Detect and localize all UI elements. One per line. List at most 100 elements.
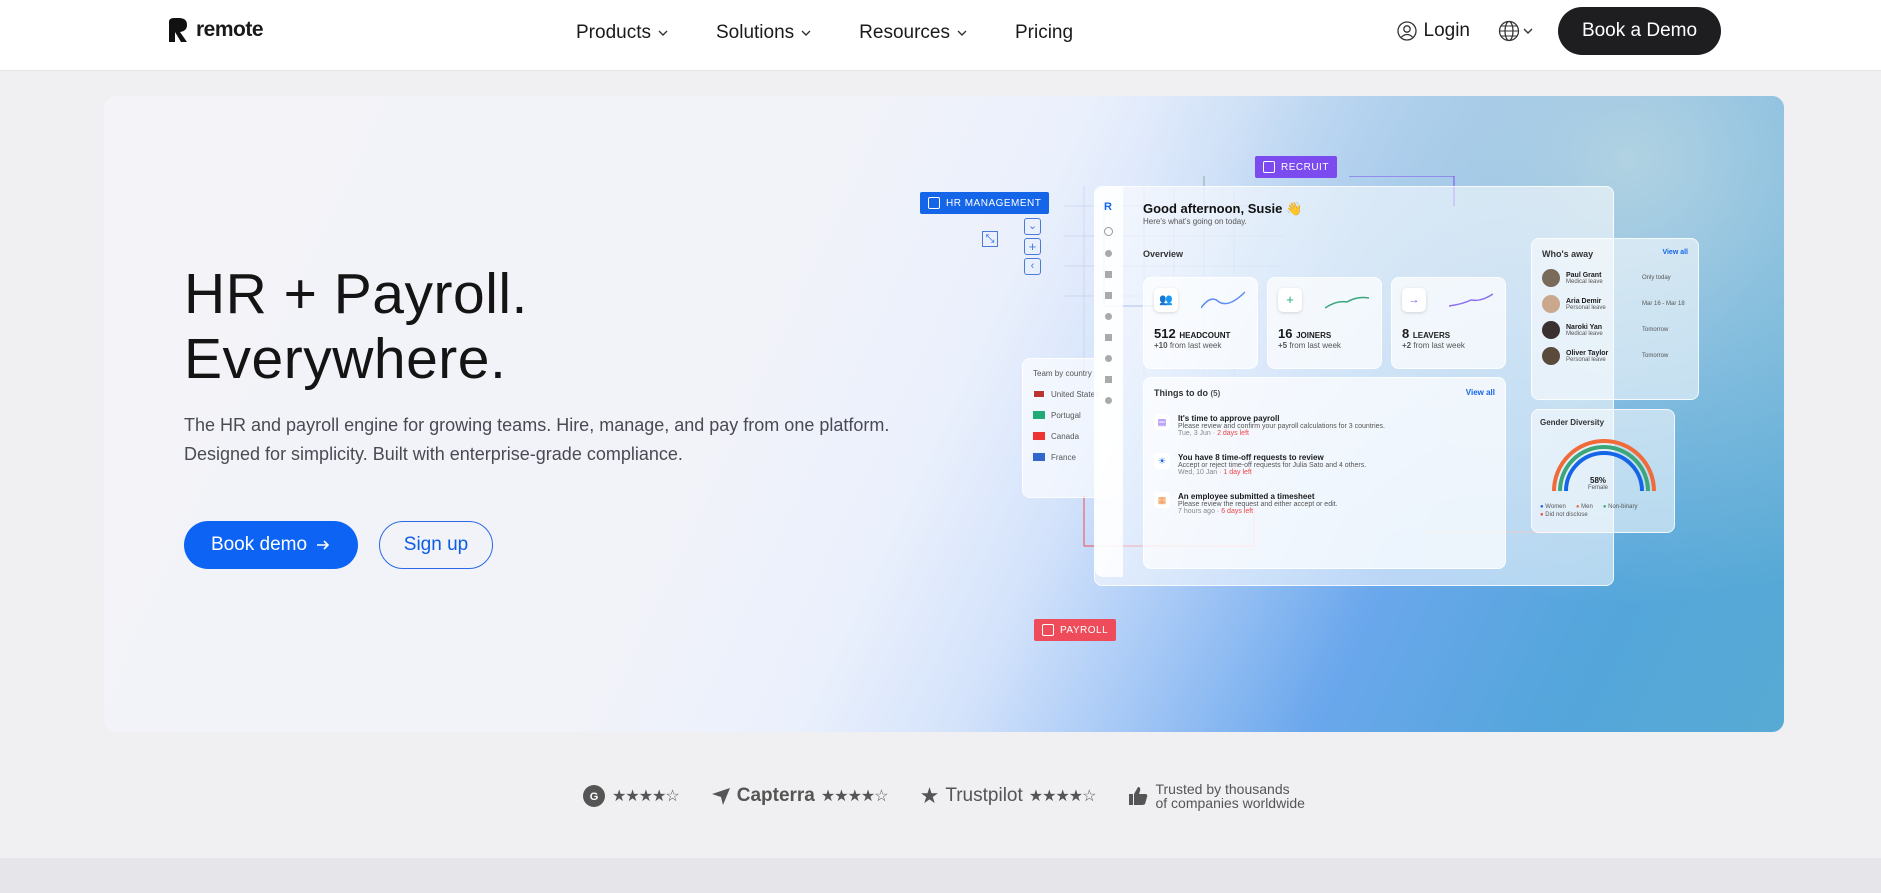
away-row: Paul Grant Medical leave Only today <box>1542 269 1688 287</box>
time-off-icon: ☀ <box>1154 453 1170 469</box>
plus-icon: + <box>1024 238 1041 255</box>
sidebar-square-icon <box>1105 292 1112 299</box>
stat-label: HEADCOUNT <box>1179 331 1231 340</box>
todo-view-all-link[interactable]: View all <box>1466 388 1495 398</box>
brand-logo[interactable]: remote <box>166 16 264 44</box>
todo-item-due: 1 day left <box>1223 469 1252 476</box>
trend-line <box>1201 291 1245 309</box>
brand-name: remote <box>196 18 264 41</box>
away-when: Only today <box>1642 275 1671 281</box>
hero-section: HR + Payroll. Everywhere. The HR and pay… <box>104 96 1784 732</box>
language-selector[interactable] <box>1498 20 1534 42</box>
stat-label: JOINERS <box>1296 331 1332 340</box>
away-when: Tomorrow <box>1642 327 1669 333</box>
menu-item-pricing[interactable]: Pricing <box>1015 20 1073 46</box>
trustpilot-rating: ★ Trustpilot ★★★★☆ <box>919 783 1097 809</box>
greeting-title: Good afternoon, Susie 👋 <box>1143 201 1303 216</box>
login-link[interactable]: Login <box>1396 20 1470 42</box>
hero-title-line1: HR + Payroll. <box>184 262 528 326</box>
legend-item: ● Did not disclose <box>1540 512 1588 518</box>
book-demo-label: Book demo <box>210 534 308 555</box>
nav-actions: Login Book a Demo <box>1396 7 1721 55</box>
gender-pct: 58% <box>1590 476 1607 485</box>
legend-item: ● Non-binary <box>1602 504 1638 510</box>
gender-diversity-title: Gender Diversity <box>1540 418 1605 427</box>
exit-icon: → <box>1402 288 1426 312</box>
check-box-icon <box>1042 624 1054 636</box>
stat-delta: +2 <box>1402 341 1412 350</box>
avatar <box>1542 347 1560 365</box>
hero-title: HR + Payroll. Everywhere. <box>184 262 528 392</box>
menu-item-resources[interactable]: Resources <box>859 20 968 46</box>
capterra-logo-icon <box>711 788 730 805</box>
rating-stars-icon: ★★★★☆ <box>1028 788 1097 805</box>
payroll-tag-label: PAYROLL <box>1060 624 1109 636</box>
todo-count: (5) <box>1210 389 1221 398</box>
todo-item-date: Wed, 10 Jan <box>1178 469 1218 476</box>
hero-title-line2: Everywhere. <box>184 327 507 391</box>
top-navigation: remote Products Solutions Resources Pric… <box>0 0 1881 71</box>
check-box-icon <box>928 197 940 209</box>
search-icon <box>1104 227 1113 236</box>
country-name: Portugal <box>1051 411 1081 420</box>
away-name: Paul Grant <box>1566 271 1602 279</box>
sidebar-square-icon <box>1105 334 1112 341</box>
trustpilot-star-icon: ★ <box>919 783 940 808</box>
g2-rating: G ★★★★☆ <box>582 784 680 808</box>
ratings-bar: G ★★★★☆ Capterra ★★★★☆ ★ Trustpilot ★★★★… <box>582 782 1337 810</box>
menu-item-label: Solutions <box>715 22 795 43</box>
todo-item[interactable]: ☀ You have 8 time-off requests to review… <box>1154 453 1495 476</box>
todo-item-desc: Please review and confirm your payroll c… <box>1178 423 1385 430</box>
avatar <box>1542 269 1560 287</box>
trusted-by: Trusted by thousands of companies worldw… <box>1127 782 1305 810</box>
country-name: France <box>1051 453 1076 462</box>
todo-item[interactable]: ▤ It's time to approve payroll Please re… <box>1154 414 1495 437</box>
stat-delta: +10 <box>1154 341 1168 350</box>
todo-item-date: Tue, 3 Jun <box>1178 430 1211 437</box>
menu-item-label: Pricing <box>1014 22 1074 43</box>
chevron-down-icon <box>957 30 967 36</box>
sidebar-logo-icon: R <box>1104 201 1112 213</box>
gender-diversity-card: Gender Diversity 58% Female ● Women ● Me… <box>1531 409 1675 533</box>
todo-item-title: It's time to approve payroll <box>1178 414 1280 423</box>
todo-item-due: 6 days left <box>1221 508 1254 515</box>
legend-item: ● Men <box>1575 504 1593 510</box>
next-section-edge <box>0 858 1881 893</box>
menu-item-solutions[interactable]: Solutions <box>716 20 812 46</box>
main-menu: Products Solutions Resources Pricing <box>576 20 1120 46</box>
away-row: Oliver Taylor Personal leave Tomorrow <box>1542 347 1688 365</box>
sidebar-dot-icon <box>1105 355 1112 362</box>
whos-away-card: Who's away View all Paul Grant Medical le… <box>1531 238 1699 400</box>
trustpilot-name: Trustpilot <box>945 785 1023 806</box>
capterra-rating: Capterra ★★★★☆ <box>711 785 889 807</box>
todo-item[interactable]: ▦ An employee submitted a timesheet Plea… <box>1154 492 1495 515</box>
hero-subtitle: The HR and payroll engine for growing te… <box>184 415 890 464</box>
capterra-name: Capterra <box>736 785 815 806</box>
book-a-demo-button[interactable]: Book a Demo <box>1558 7 1721 55</box>
us-flag-icon <box>1033 390 1045 398</box>
menu-item-products[interactable]: Products <box>576 20 669 46</box>
sidebar-dot-icon <box>1105 250 1112 257</box>
book-demo-button[interactable]: Book demo <box>184 521 358 569</box>
sidebar-dot-icon <box>1105 397 1112 404</box>
remote-logo-icon <box>169 18 187 42</box>
globe-icon <box>1498 20 1520 42</box>
chevron-down-icon <box>658 30 668 36</box>
sidebar-dot-icon <box>1105 313 1112 320</box>
chevron-left-icon: ‹ <box>1024 258 1041 275</box>
todo-item-desc: Accept or reject time-off requests for J… <box>1178 462 1367 469</box>
whos-away-view-all-link[interactable]: View all <box>1662 249 1688 259</box>
away-row: Aria Demir Personal leave Mar 16 - Mar 18 <box>1542 295 1688 313</box>
sign-up-button[interactable]: Sign up <box>379 521 493 569</box>
whos-away-title: Who's away <box>1542 249 1594 259</box>
hr-management-tag: HR MANAGEMENT <box>920 192 1050 214</box>
country-name: United States <box>1051 390 1100 399</box>
expand-icon: ⤡ <box>982 231 998 247</box>
country-name: Canada <box>1051 432 1080 441</box>
stat-value: 16 <box>1278 326 1293 341</box>
legend-item: ● Women <box>1540 504 1566 510</box>
greeting-subtitle: Here's what's going on today. <box>1143 217 1247 226</box>
overview-label: Overview <box>1143 249 1184 259</box>
check-box-icon <box>1263 161 1275 173</box>
gender-legend: ● Women ● Men ● Non-binary ● Did not dis… <box>1540 504 1666 518</box>
